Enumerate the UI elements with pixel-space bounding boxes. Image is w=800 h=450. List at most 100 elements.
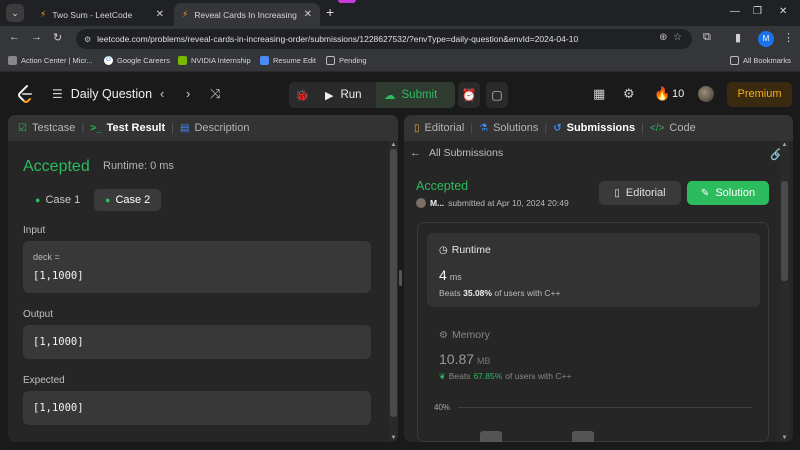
run-submit-bar: 🐞 ▶ Run ☁ Submit	[289, 82, 455, 108]
bookmark-action-center[interactable]: Action Center | Micr...	[8, 56, 93, 65]
runtime-title: ◷ Runtime	[439, 244, 491, 256]
all-submissions-link[interactable]: ← All Submissions	[410, 147, 503, 159]
cloud-upload-icon: ☁	[384, 90, 396, 102]
timer-icon[interactable]: ⏰	[458, 82, 480, 108]
left-scrollbar[interactable]: ▲ ▼	[389, 141, 398, 442]
submitter-info: M... submitted at Apr 10, 2024 20:49	[416, 198, 569, 208]
tab-close-icon[interactable]: ✕	[304, 9, 312, 20]
test-result-content: Accepted Runtime: 0 ms ● Case 1 ● Case 2…	[8, 141, 390, 442]
solution-button[interactable]: ✎ Solution	[687, 181, 769, 205]
bookmark-pending[interactable]: Pending	[326, 56, 367, 65]
site-info-icon[interactable]: ⚙	[84, 35, 91, 44]
back-arrow-icon: ←	[410, 147, 421, 159]
output-box: [1,1000]	[23, 325, 371, 359]
history-icon: ↺	[553, 122, 562, 134]
tab-solutions[interactable]: ⚗ Solutions	[479, 122, 538, 134]
code-icon: </>	[649, 122, 665, 134]
right-scrollbar[interactable]: ▲ ▼	[780, 141, 789, 442]
submitter-name[interactable]: M...	[430, 198, 444, 208]
leetcode-logo-icon[interactable]	[16, 84, 34, 104]
tab-search-chevron-icon[interactable]: ⌄	[6, 4, 24, 22]
memory-chip-icon: ⚙	[439, 329, 448, 341]
tab-testcase[interactable]: ☑ Testcase	[18, 122, 75, 134]
tab-close-icon[interactable]: ✕	[156, 9, 164, 20]
debug-icon[interactable]: 🐞	[295, 82, 309, 108]
submission-status: Accepted	[416, 179, 469, 193]
input-label: Input	[23, 225, 46, 236]
memory-beats: ❦ Beats 67.85% of users with C++	[439, 371, 572, 381]
description-icon: ▤	[180, 122, 190, 134]
daily-question-link[interactable]: ☰ Daily Question	[52, 87, 152, 101]
zoom-and-bookmark-icons[interactable]: ⊕ ☆	[659, 32, 682, 43]
next-problem-icon[interactable]: ›	[186, 86, 190, 101]
case-2-button[interactable]: ● Case 2	[94, 189, 162, 211]
distribution-bar[interactable]	[572, 431, 594, 442]
edit-icon: ✎	[700, 187, 710, 199]
extensions-icon[interactable]: ⧉	[703, 31, 711, 44]
submit-button[interactable]: ☁ Submit	[376, 82, 455, 108]
case-1-button[interactable]: ● Case 1	[24, 189, 91, 211]
all-bookmarks[interactable]: All Bookmarks	[730, 56, 791, 65]
problem-list-icon: ☰	[52, 87, 63, 101]
menu-icon[interactable]: ⋮	[783, 31, 794, 44]
distribution-bar[interactable]	[480, 431, 502, 442]
reload-icon[interactable]: ↻	[53, 31, 62, 44]
address-bar[interactable]: ⚙ leetcode.com/problems/reveal-cards-in-…	[76, 29, 692, 49]
runtime-card[interactable]: ◷ Runtime 4 ms Beats 35.08% of users with…	[427, 233, 760, 307]
folder-icon	[326, 56, 335, 65]
result-status: Accepted	[23, 158, 90, 175]
tab-description[interactable]: ▤ Description	[180, 122, 249, 134]
browser-tab-two-sum[interactable]: ⚡ Two Sum - LeetCode ✕	[32, 3, 172, 26]
side-panel-icon[interactable]: ▮	[735, 31, 741, 44]
layout-icon[interactable]: ▦	[593, 86, 605, 102]
tab-submissions[interactable]: ↺ Submissions	[553, 122, 635, 134]
scroll-down-icon[interactable]: ▼	[780, 435, 789, 441]
left-panel-tabs: ☑ Testcase | >_ Test Result | ▤ Descript…	[8, 115, 398, 141]
new-tab-icon[interactable]: +	[326, 4, 334, 20]
browser-tab-reveal-cards[interactable]: ⚡ Reveal Cards In Increasing Orde ✕	[174, 3, 320, 26]
editorial-button[interactable]: ▯ Editorial	[599, 181, 681, 205]
bookmark-nvidia[interactable]: NVIDIA Internship	[178, 56, 251, 65]
memory-title[interactable]: ⚙ Memory	[439, 329, 490, 341]
book-icon: ▯	[414, 122, 420, 134]
prev-problem-icon[interactable]: ‹	[160, 86, 164, 101]
premium-button[interactable]: Premium	[727, 82, 792, 107]
submitter-avatar	[416, 198, 426, 208]
bookmarks-bar: Action Center | Micr... G Google Careers…	[0, 52, 800, 72]
pass-dot-icon: ●	[105, 195, 111, 205]
forward-icon[interactable]: →	[31, 31, 42, 43]
maximize-icon[interactable]: ❐	[753, 6, 762, 17]
user-avatar[interactable]	[698, 86, 714, 102]
runtime-value: 4 ms	[439, 267, 462, 283]
shuffle-icon[interactable]: ⤨	[210, 86, 220, 102]
submission-stats-card: ◷ Runtime 4 ms Beats 35.08% of users with…	[417, 222, 769, 442]
settings-gear-icon[interactable]: ⚙	[623, 86, 635, 102]
tab-title: Two Sum - LeetCode	[52, 9, 133, 20]
panel-resize-handle[interactable]	[399, 270, 402, 286]
scroll-down-icon[interactable]: ▼	[389, 435, 398, 441]
runtime-beats: Beats 35.08% of users with C++	[439, 288, 561, 298]
output-value: [1,1000]	[33, 336, 84, 348]
scroll-up-icon[interactable]: ▲	[389, 142, 398, 148]
streak-count: 10	[672, 88, 685, 100]
browser-toolbar: ← → ↻ ⚙ leetcode.com/problems/reveal-car…	[0, 26, 800, 52]
checkbox-icon: ☑	[18, 122, 27, 134]
tab-accent	[338, 0, 356, 3]
tab-code[interactable]: </> Code	[650, 122, 696, 134]
scroll-up-icon[interactable]: ▲	[780, 142, 789, 148]
back-icon[interactable]: ←	[9, 31, 20, 43]
bookmark-google-careers[interactable]: G Google Careers	[104, 56, 170, 65]
run-button[interactable]: ▶ Run	[325, 82, 362, 108]
output-label: Output	[23, 309, 54, 320]
bookmark-resume-edit[interactable]: Resume Edit	[260, 56, 316, 65]
notes-icon[interactable]: ▢	[486, 82, 508, 108]
tab-test-result[interactable]: >_ Test Result	[90, 122, 165, 134]
scroll-thumb[interactable]	[390, 149, 397, 417]
scroll-thumb[interactable]	[781, 181, 788, 281]
profile-avatar[interactable]: M	[758, 31, 774, 47]
streak-flame-icon[interactable]: 🔥	[654, 86, 670, 102]
tab-editorial[interactable]: ▯ Editorial	[414, 122, 464, 134]
leetcode-favicon-icon: ⚡	[182, 9, 189, 19]
close-window-icon[interactable]: ✕	[779, 6, 787, 17]
minimize-icon[interactable]: —	[730, 6, 740, 17]
